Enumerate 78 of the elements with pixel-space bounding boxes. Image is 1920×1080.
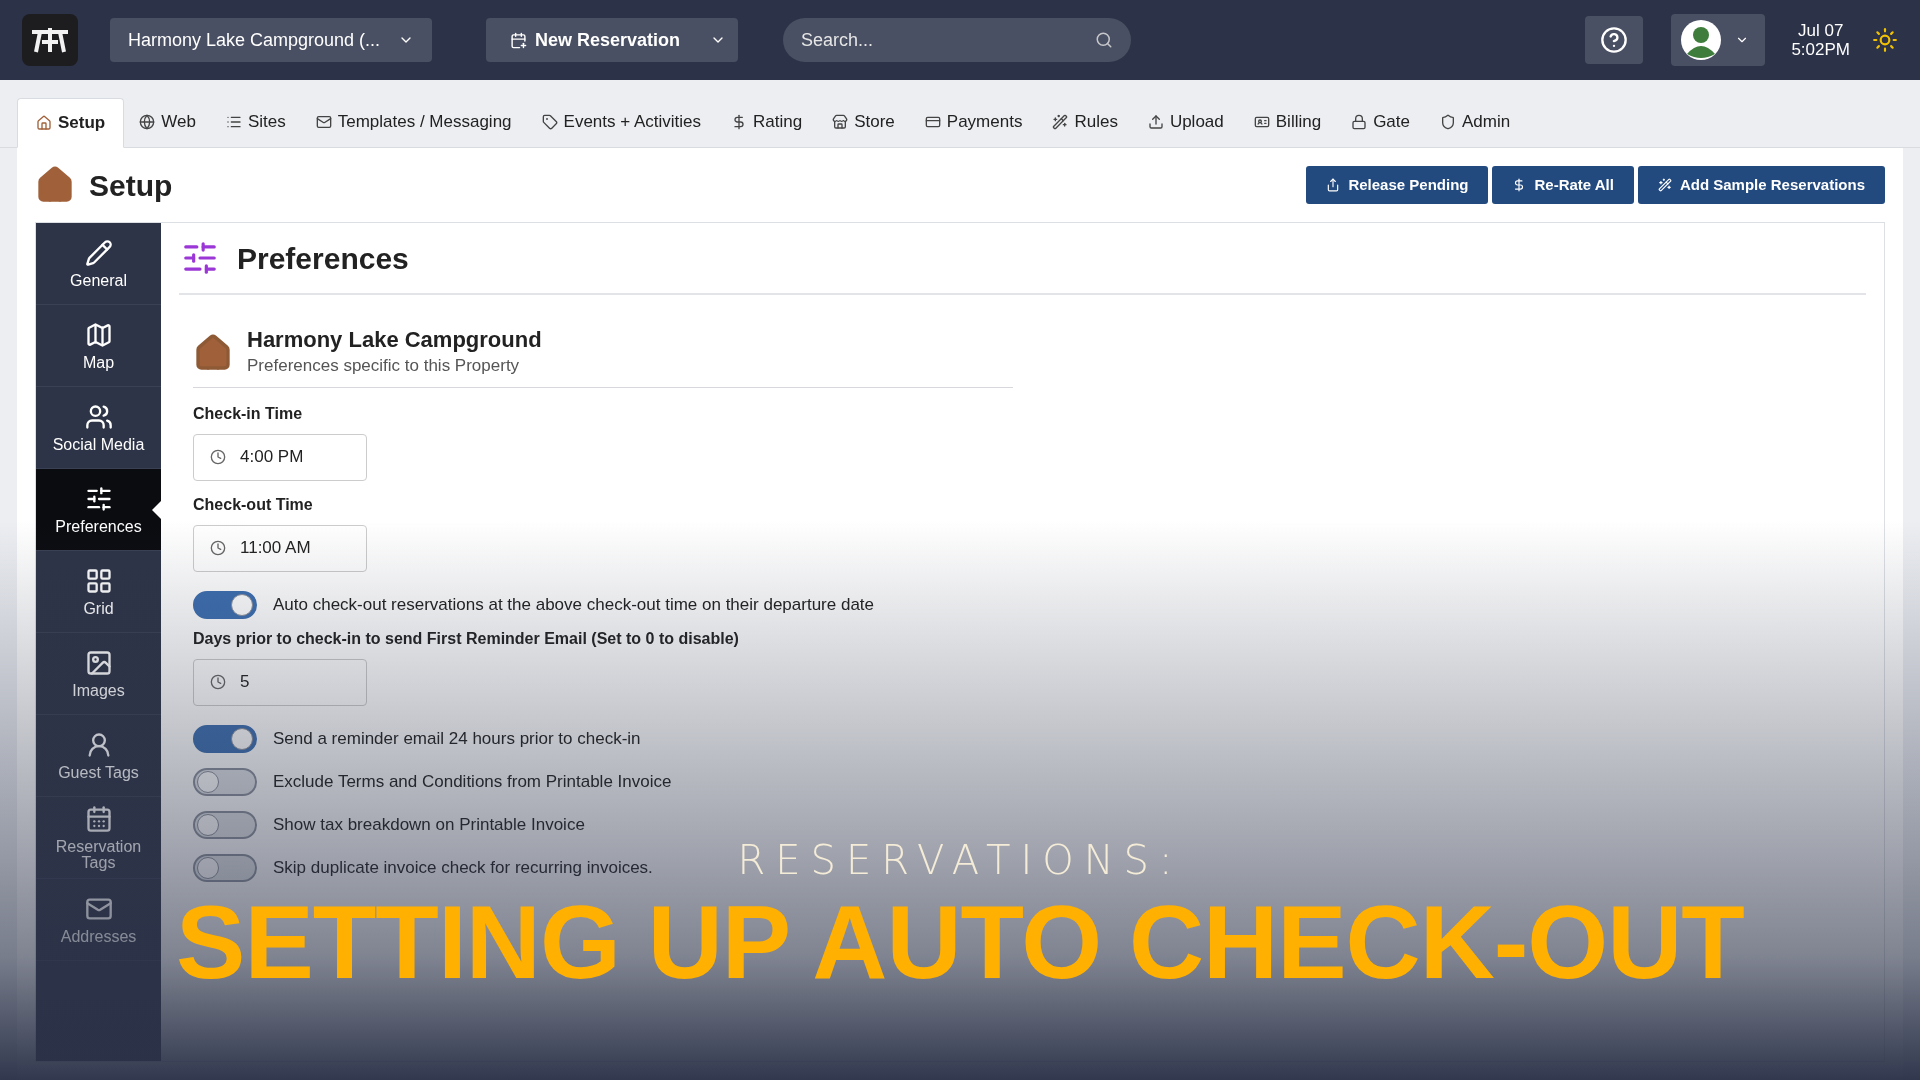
toggle-label: Send a reminder email 24 hours prior to check-in xyxy=(273,728,641,751)
help-icon xyxy=(1600,26,1629,54)
time-field[interactable]: 4:00 PM xyxy=(193,433,367,481)
overlay-kicker: RESERVATIONS: xyxy=(737,838,1183,882)
property-subtitle: Preferences specific to this Property xyxy=(247,355,521,377)
field-label: Days prior to check-in to send First Reminder Email (Set to 0 to disable) xyxy=(193,628,740,649)
lock-icon xyxy=(1351,114,1368,130)
toggle-label: Show tax breakdown on Printable Invoice xyxy=(273,814,585,837)
toggle-switch[interactable] xyxy=(193,768,257,796)
action-button[interactable]: Release Pending xyxy=(1306,166,1489,204)
toggle-label: Auto check-out reservations at the above check-out time on their departure date xyxy=(273,594,874,617)
sun-icon[interactable] xyxy=(1872,27,1898,53)
house-icon xyxy=(193,332,233,373)
calendar-icon xyxy=(84,804,113,833)
sliders-icon xyxy=(181,239,219,277)
grid-icon xyxy=(84,566,113,595)
tab[interactable]: Billing xyxy=(1238,97,1337,147)
home-icon xyxy=(36,115,52,131)
property-name: Harmony Lake Campground xyxy=(247,327,542,353)
tab[interactable]: Upload xyxy=(1132,97,1239,147)
id-card-icon xyxy=(1253,114,1270,130)
logo-icon[interactable] xyxy=(22,14,78,66)
credit-card-icon xyxy=(924,114,941,130)
image-icon xyxy=(84,648,113,677)
sliders-icon xyxy=(84,484,113,513)
action-button[interactable]: Re-Rate All xyxy=(1492,166,1634,204)
search-icon xyxy=(1095,31,1113,49)
toggle-label: Exclude Terms and Conditions from Printable Invoice xyxy=(273,771,672,794)
field-label: Check-out Time xyxy=(193,494,314,515)
page-title: Setup xyxy=(89,167,173,204)
action-button[interactable]: Add Sample Reservations xyxy=(1637,166,1885,204)
tab[interactable]: Web xyxy=(124,97,211,147)
user-menu-button[interactable] xyxy=(1671,14,1766,66)
list-icon xyxy=(225,114,242,130)
tab[interactable]: Payments xyxy=(909,97,1038,147)
overlay-headline: SETTING UP AUTO CHECK-OUT xyxy=(176,883,1744,1002)
magic-wand-icon xyxy=(1657,178,1672,192)
clock-icon xyxy=(210,449,226,465)
time-field[interactable]: 11:00 AM xyxy=(193,524,367,572)
time-field[interactable]: 5 xyxy=(193,658,367,706)
envelope-icon xyxy=(315,114,332,130)
magic-wand-icon xyxy=(1052,114,1069,130)
new-reservation-button[interactable]: New Reservation xyxy=(486,18,691,62)
toggle-switch[interactable] xyxy=(193,854,257,882)
store-icon xyxy=(832,114,849,130)
time-text: 5:02PM xyxy=(1791,40,1850,59)
house-icon xyxy=(35,165,75,205)
tab[interactable]: Setup xyxy=(17,98,125,148)
clock-icon xyxy=(210,540,226,556)
toggle-switch[interactable] xyxy=(193,591,257,619)
toggle-switch[interactable] xyxy=(193,811,257,839)
tab[interactable]: Sites xyxy=(210,97,301,147)
search-field[interactable]: Search... xyxy=(783,18,1131,62)
tab[interactable]: Rating xyxy=(716,97,818,147)
pencil-icon xyxy=(84,238,113,267)
avatar-icon xyxy=(1681,20,1722,60)
toggle-switch[interactable] xyxy=(193,725,257,753)
property-dropdown[interactable]: Harmony Lake Campground (... xyxy=(110,18,432,62)
tab[interactable]: Gate xyxy=(1336,97,1425,147)
tab[interactable]: Admin xyxy=(1425,97,1526,147)
help-button[interactable] xyxy=(1585,16,1644,64)
clock-icon xyxy=(210,674,226,690)
globe-icon xyxy=(139,114,156,130)
tab[interactable]: Events + Activities xyxy=(526,97,717,147)
toggle-label: Skip duplicate invoice check for recurring invoices. xyxy=(273,857,653,880)
panel-title: Preferences xyxy=(237,240,409,277)
shield-icon xyxy=(1440,114,1456,130)
date-text: Jul 07 xyxy=(1798,21,1844,40)
field-label: Check-in Time xyxy=(193,403,304,424)
tab[interactable]: Rules xyxy=(1037,97,1133,147)
tab[interactable]: Store xyxy=(817,97,910,147)
users-icon xyxy=(84,402,113,431)
tab[interactable]: Templates / Messaging xyxy=(300,97,527,147)
sidebar-item[interactable]: Preferences xyxy=(36,469,161,551)
upload-icon xyxy=(1147,114,1164,130)
selection-pointer xyxy=(152,501,161,519)
tag-icon xyxy=(541,114,558,130)
calendar-plus-icon xyxy=(510,31,527,49)
